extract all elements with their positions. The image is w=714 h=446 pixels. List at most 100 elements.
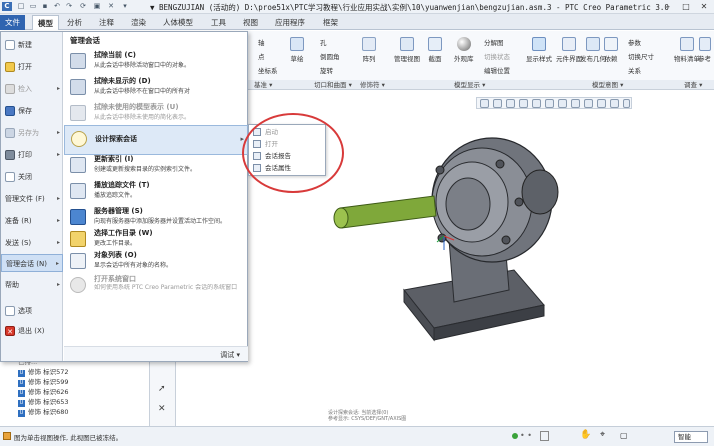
point-label: 点 [258,53,265,61]
selection-filter-icon[interactable]: ⌖ [600,430,605,440]
orient-icon[interactable] [571,99,580,108]
selection-filter-select[interactable]: 智能 [674,431,708,443]
params-button[interactable]: 参数 [628,37,641,47]
find-icon[interactable]: ▢ [620,431,628,440]
close-button[interactable]: ✕ [696,1,712,12]
debug-dropdown[interactable]: 调试 ▾ [220,350,240,360]
hole-button[interactable]: 孔 [320,37,327,47]
explode-label: 分解图 [484,39,504,47]
help-label: 帮助 [5,281,19,289]
undo-icon[interactable]: ↶ [52,2,62,11]
erase-not-displayed-desc: 从此会话中移除不在窗口中的所有对 [94,88,191,95]
save-as-menu-item[interactable]: 另存为 ▸ [1,124,63,142]
status-bar: 图为单击视图操作, 此视图已被冻结。 • • ✋ ⌖ ▢ 智能 [0,426,714,446]
repaint-icon[interactable] [519,99,528,108]
toggle-state-button[interactable]: 切换状态 [484,51,510,61]
print-menu-item[interactable]: 打印 ▸ [1,146,63,164]
display-style-toolbar-icon[interactable] [558,99,567,108]
help-menu-item[interactable]: 帮助 ▸ [1,276,63,294]
point-button[interactable]: 点 [258,51,265,61]
creo-logo-icon[interactable]: C [2,2,12,11]
zoom-in-icon[interactable] [493,99,502,108]
new-menu-item[interactable]: 新建 [1,36,63,54]
appearance-button[interactable]: 外观库 [454,37,474,63]
bom-button[interactable]: 物料清单 [674,37,700,63]
save-menu-item[interactable]: 保存 [1,102,63,120]
close-menu-item[interactable]: 关闭 [1,168,63,186]
tab-tools[interactable]: 工具 [206,15,231,30]
tab-render[interactable]: 渲染 [126,15,151,30]
display-style-button[interactable]: 显示样式 [526,37,552,63]
maximize-button[interactable]: □ [678,1,694,12]
group-model-intent[interactable]: 模型意图 ▾ [592,80,623,90]
new-file-icon[interactable]: □ [16,2,26,11]
datum-display-icon[interactable] [584,99,593,108]
component-interface-button[interactable]: 元件界面 [556,37,582,63]
server-management-desc: 向现有服务器中添加服务器并设置活动工作空间。 [94,218,227,225]
round-button[interactable]: 倒圆角 [320,51,340,61]
tab-applications[interactable]: 应用程序 [270,15,310,30]
design-exploration-item[interactable]: 设计探索会话 ▸ [64,125,248,155]
group-model-display[interactable]: 模型显示 ▾ [454,80,485,90]
tab-framework[interactable]: 框架 [318,15,343,30]
minimize-button[interactable]: – [660,1,676,12]
redo-icon[interactable]: ↷ [64,2,74,11]
group-cut-surface[interactable]: 切口和曲面 ▾ [314,80,352,90]
explode-button[interactable]: 分解图 [484,37,504,47]
pin-icon[interactable]: ➚ [158,384,166,394]
open-menu-item[interactable]: 打开 [1,58,63,76]
object-list-desc: 显示会话中所有对象的名称。 [94,262,173,269]
axis-button[interactable]: 轴 [258,37,265,47]
reference-icon [698,37,711,51]
rotate-button[interactable]: 旋转 [320,65,333,75]
switch-dims-button[interactable]: 切换尺寸 [628,51,654,61]
refit-icon[interactable] [480,99,489,108]
tab-file[interactable]: 文件 [0,15,25,30]
tree-row[interactable]: U 修饰 标识680 [18,406,68,417]
close-icon[interactable]: ✕ [158,404,166,414]
tab-annotate[interactable]: 注释 [94,15,119,30]
close-window-icon[interactable]: ✕ [106,2,116,11]
page-icon[interactable] [540,431,549,441]
manage-session-menu-item[interactable]: 管理会话 (N) ▸ [1,254,63,272]
options-menu-item[interactable]: 选项 [1,302,63,320]
publish-geometry-button[interactable]: 发布几何 [580,37,606,63]
play-trail-desc: 播放追踪文件。 [94,192,137,199]
tab-view[interactable]: 视图 [238,15,263,30]
edit-position-button[interactable]: 编辑位置 [484,65,510,75]
sketch-button[interactable]: 草绘 [290,37,304,63]
spin-center-icon[interactable] [597,99,606,108]
manage-view-button[interactable]: 管理视图 [394,37,420,63]
save-icon[interactable]: ▪ [40,2,50,11]
zoom-out-icon[interactable] [506,99,515,108]
view-toolbar-more-icon[interactable] [623,99,630,108]
relations-button[interactable]: 关系 [628,65,641,75]
group-datum[interactable]: 基准 ▾ [254,80,272,90]
window-icon[interactable]: ▣ [92,2,102,11]
sketch-icon [290,37,304,51]
tab-manikin[interactable]: 人体模型 [158,15,198,30]
checkin-menu-item[interactable]: 检入 ▸ [1,80,63,98]
quick-access-more-icon[interactable]: ▾ [120,2,130,11]
prepare-menu-item[interactable]: 准备 (R) ▸ [1,212,63,230]
saved-views-icon[interactable] [545,99,554,108]
manage-file-menu-item[interactable]: 管理文件 (F) ▸ [1,190,63,208]
coordsys-button[interactable]: 坐标系 [258,65,278,75]
annotation-display-icon[interactable] [610,99,619,108]
group-investigate[interactable]: 调查 ▾ [684,80,702,90]
section-button[interactable]: 截面 [428,37,442,63]
regenerate-icon[interactable]: ⟳ [78,2,88,11]
tab-analysis[interactable]: 分析 [62,15,87,30]
mouse-pointer-icon[interactable]: ✋ [580,430,591,440]
group-modifiers[interactable]: 修饰符 ▾ [360,80,385,90]
send-menu-item[interactable]: 发送 (S) ▸ [1,234,63,252]
tab-model[interactable]: 模型 [32,15,59,30]
exit-menu-item[interactable]: ✕ 退出 (X) [1,322,63,340]
open-file-icon[interactable]: ▭ [28,2,38,11]
reference-button[interactable]: 参考 [698,37,711,63]
dependency-button[interactable]: 依赖 [604,37,618,63]
open-system-window-item[interactable]: 打开系统窗口 如何使用系统 PTC Creo Parametric 会话的系统窗… [64,272,248,302]
options-label: 选项 [18,307,32,315]
pattern-button[interactable]: 阵列 [362,37,376,63]
perspective-icon[interactable] [532,99,541,108]
